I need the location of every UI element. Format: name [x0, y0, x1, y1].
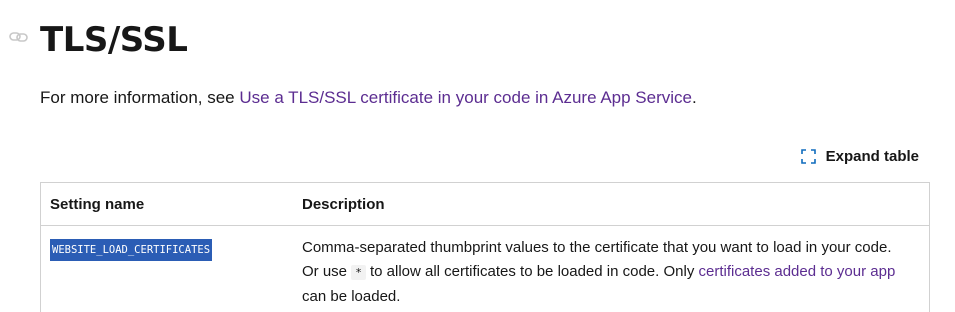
intro-suffix: . [691, 88, 697, 107]
intro-prefix: For more information, see [40, 88, 240, 107]
intro-paragraph: For more information, see Use a TLS/SSL … [40, 86, 697, 110]
wildcard-code: * [351, 265, 366, 280]
expand-icon [800, 148, 816, 164]
description-text-2: to allow all certificates to be loaded i… [365, 263, 699, 280]
table-row: WEBSITE_LOAD_CERTIFICATES Comma-separate… [41, 226, 929, 310]
header-description: Description [292, 183, 929, 226]
certificates-added-link[interactable]: certificates added to your app [699, 263, 896, 280]
expand-table-button[interactable]: Expand table [800, 145, 919, 167]
header-setting-name: Setting name [41, 183, 292, 226]
doc-page: TLS/SSL For more information, see Use a … [0, 0, 955, 312]
page-title: TLS/SSL [40, 20, 188, 60]
description-text-3: can be loaded. [302, 288, 401, 305]
tls-certificate-link[interactable]: Use a TLS/SSL certificate in your code i… [239, 88, 692, 107]
settings-table: Setting name Description WEBSITE_LOAD_CE… [40, 182, 930, 312]
expand-table-label: Expand table [825, 147, 919, 165]
table-header-row: Setting name Description [41, 183, 929, 226]
setting-name-code[interactable]: WEBSITE_LOAD_CERTIFICATES [50, 239, 213, 261]
description-cell: Comma-separated thumbprint values to the… [292, 226, 929, 310]
link-icon[interactable] [9, 30, 29, 44]
setting-name-cell: WEBSITE_LOAD_CERTIFICATES [41, 226, 292, 310]
